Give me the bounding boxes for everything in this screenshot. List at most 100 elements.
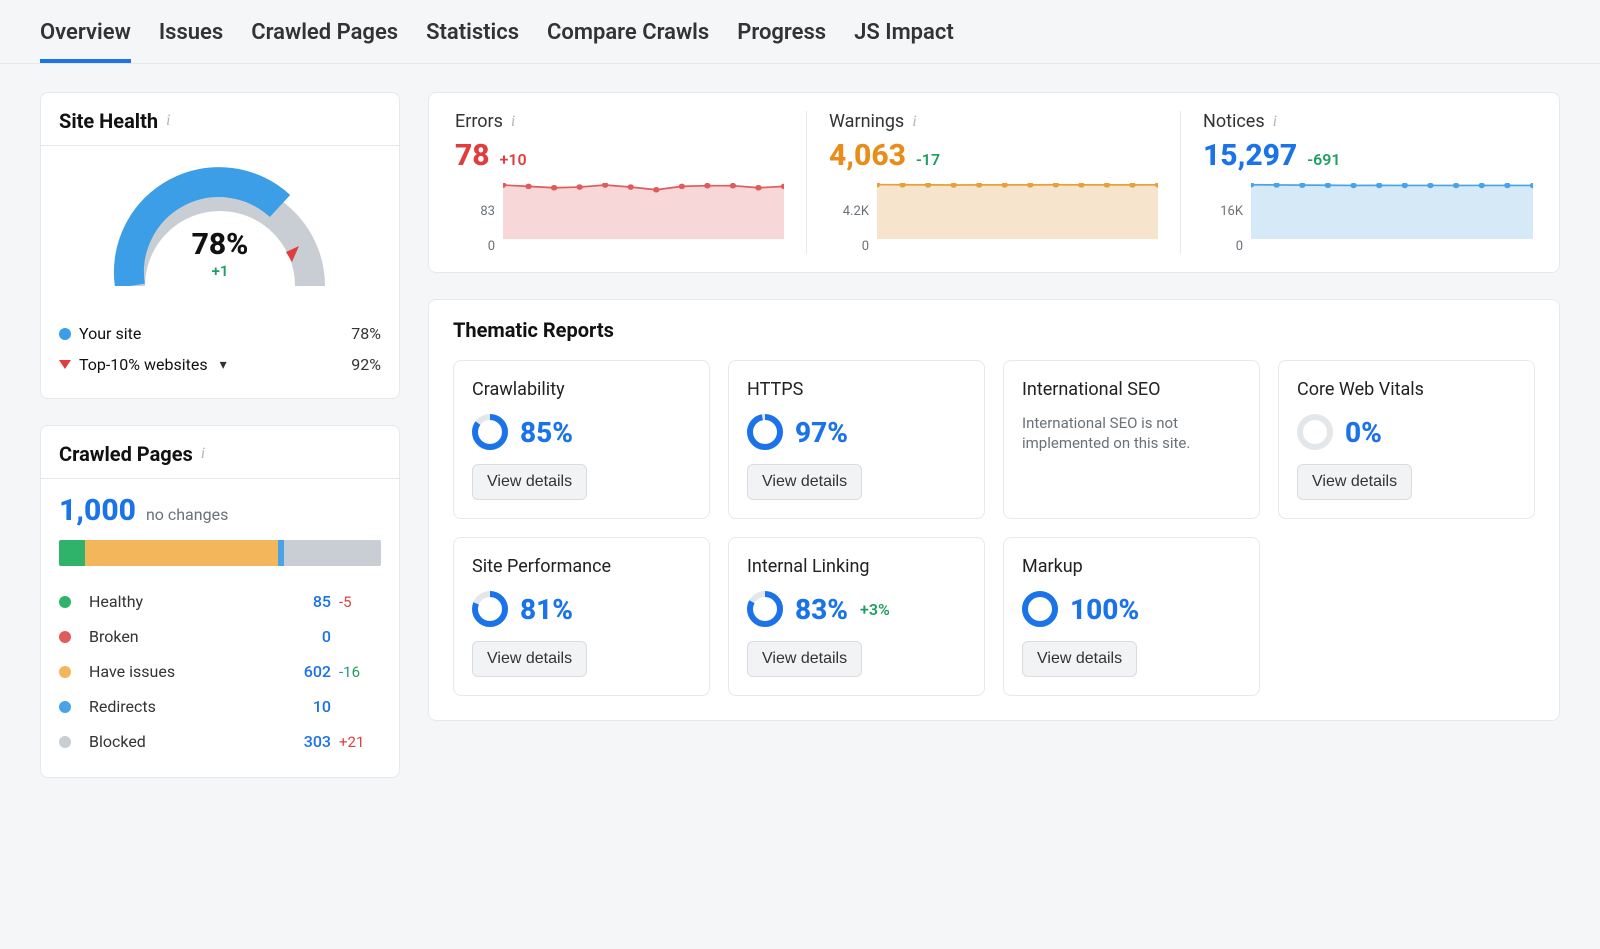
crawled-row-delta: -16 bbox=[331, 663, 381, 681]
metric-notices[interactable]: Noticesi15,297-69116K0 bbox=[1181, 111, 1555, 254]
crawled-row-name: Have issues bbox=[59, 662, 281, 681]
info-icon[interactable]: i bbox=[511, 113, 515, 131]
legend-label: Top-10% websites bbox=[79, 355, 208, 374]
tab-crawled-pages[interactable]: Crawled Pages bbox=[251, 20, 398, 63]
donut-icon bbox=[472, 414, 508, 450]
tab-issues[interactable]: Issues bbox=[159, 20, 223, 63]
report-percent: 97% bbox=[795, 416, 848, 449]
crawled-pages-card: Crawled Pages i 1,000 no changes Healthy… bbox=[40, 425, 400, 778]
axis-label: 0 bbox=[829, 239, 869, 254]
site-health-card: Site Health i 78% +1 bbox=[40, 92, 400, 399]
tab-statistics[interactable]: Statistics bbox=[426, 20, 519, 63]
metric-delta: -17 bbox=[916, 150, 940, 169]
axis-label: 0 bbox=[455, 239, 495, 254]
metric-delta: +10 bbox=[500, 150, 527, 169]
metric-label: Warnings bbox=[829, 111, 904, 132]
tab-compare-crawls[interactable]: Compare Crawls bbox=[547, 20, 709, 63]
tab-js-impact[interactable]: JS Impact bbox=[854, 20, 954, 63]
crawled-row[interactable]: Broken0 bbox=[59, 619, 381, 654]
legend-value: 78% bbox=[351, 324, 381, 343]
crawled-row[interactable]: Have issues602-16 bbox=[59, 654, 381, 689]
thematic-title: Thematic Reports bbox=[429, 300, 1559, 354]
view-details-button[interactable]: View details bbox=[747, 641, 862, 677]
donut-icon bbox=[747, 414, 783, 450]
triangle-down-icon bbox=[59, 360, 71, 369]
report-internal-linking: Internal Linking83%+3%View details bbox=[728, 537, 985, 696]
report-percent: 100% bbox=[1070, 593, 1139, 626]
crawled-row-name: Redirects bbox=[59, 697, 281, 716]
donut-icon bbox=[1022, 591, 1058, 627]
metrics-card: Errorsi78+10830Warningsi4,063-174.2K0Not… bbox=[428, 92, 1560, 273]
metric-warnings[interactable]: Warningsi4,063-174.2K0 bbox=[807, 111, 1181, 254]
legend-your-site: Your site 78% bbox=[59, 318, 381, 349]
report-title: Markup bbox=[1022, 556, 1241, 577]
crawled-row-delta: +21 bbox=[331, 733, 381, 751]
bar-segment bbox=[85, 540, 278, 566]
view-details-button[interactable]: View details bbox=[472, 464, 587, 500]
gauge-percent: 78% bbox=[192, 227, 249, 262]
crawled-bar bbox=[59, 540, 381, 566]
donut-icon bbox=[747, 591, 783, 627]
report-percent: 83% bbox=[795, 593, 848, 626]
report-percent: 0% bbox=[1345, 416, 1382, 449]
crawled-value[interactable]: 1,000 bbox=[59, 493, 136, 528]
metric-errors[interactable]: Errorsi 78 +10 83 0 bbox=[433, 111, 807, 254]
info-icon[interactable]: i bbox=[201, 445, 205, 463]
crawled-row-delta: -5 bbox=[331, 593, 381, 611]
crawled-row-count: 0 bbox=[281, 627, 331, 646]
info-icon[interactable]: i bbox=[912, 113, 916, 131]
top-tabs: Overview Issues Crawled Pages Statistics Com… bbox=[0, 0, 1600, 64]
dot-icon bbox=[59, 596, 71, 608]
crawled-row-name: Broken bbox=[59, 627, 281, 646]
site-health-title: Site Health bbox=[59, 109, 158, 133]
crawled-note: no changes bbox=[146, 505, 228, 524]
metric-value: 78 bbox=[455, 138, 490, 173]
report-title: Crawlability bbox=[472, 379, 691, 400]
site-health-gauge: 78% +1 bbox=[100, 166, 340, 286]
metric-delta: -691 bbox=[1307, 150, 1340, 169]
metric-label: Errors bbox=[455, 111, 503, 132]
tab-progress[interactable]: Progress bbox=[737, 20, 826, 63]
dot-icon bbox=[59, 631, 71, 643]
crawled-row-name: Healthy bbox=[59, 592, 281, 611]
donut-icon bbox=[472, 591, 508, 627]
info-icon[interactable]: i bbox=[1273, 113, 1277, 131]
report-title: Site Performance bbox=[472, 556, 691, 577]
crawled-row-name: Blocked bbox=[59, 732, 281, 751]
info-icon[interactable]: i bbox=[166, 112, 170, 130]
crawled-row[interactable]: Healthy85-5 bbox=[59, 584, 381, 619]
dot-icon bbox=[59, 701, 71, 713]
tab-overview[interactable]: Overview bbox=[40, 20, 131, 63]
dot-icon bbox=[59, 736, 71, 748]
report-title: HTTPS bbox=[747, 379, 966, 400]
axis-label: 16K bbox=[1203, 204, 1243, 219]
report-international-seo: International SEOInternational SEO is no… bbox=[1003, 360, 1260, 519]
crawled-row-count: 85 bbox=[281, 592, 331, 611]
view-details-button[interactable]: View details bbox=[1022, 641, 1137, 677]
report-percent: 81% bbox=[520, 593, 573, 626]
sparkline bbox=[503, 183, 784, 239]
report-percent: 85% bbox=[520, 416, 573, 449]
view-details-button[interactable]: View details bbox=[747, 464, 862, 500]
crawled-row[interactable]: Redirects10 bbox=[59, 689, 381, 724]
axis-label: 0 bbox=[1203, 239, 1243, 254]
dot-icon bbox=[59, 666, 71, 678]
report-core-web-vitals: Core Web Vitals 0% View details bbox=[1278, 360, 1535, 519]
report-site-performance: Site Performance 81% View details bbox=[453, 537, 710, 696]
crawled-row[interactable]: Blocked303+21 bbox=[59, 724, 381, 759]
legend-top10[interactable]: Top-10% websites ▾ 92% bbox=[59, 349, 381, 380]
axis-label: 83 bbox=[455, 204, 495, 219]
view-details-button[interactable]: View details bbox=[472, 641, 587, 677]
report-title: Core Web Vitals bbox=[1297, 379, 1516, 400]
report-https: HTTPS 97% View details bbox=[728, 360, 985, 519]
crawled-title: Crawled Pages bbox=[59, 442, 193, 466]
metric-label: Notices bbox=[1203, 111, 1265, 132]
thematic-card: Thematic Reports Crawlability 85% View det… bbox=[428, 299, 1560, 721]
view-details-button[interactable]: View details bbox=[1297, 464, 1412, 500]
report-markup: Markup 100% View details bbox=[1003, 537, 1260, 696]
legend-value: 92% bbox=[351, 355, 381, 374]
chevron-down-icon: ▾ bbox=[220, 357, 227, 373]
report-delta: +3% bbox=[860, 600, 890, 619]
crawled-row-count: 10 bbox=[281, 697, 331, 716]
axis-label: 4.2K bbox=[829, 204, 869, 219]
